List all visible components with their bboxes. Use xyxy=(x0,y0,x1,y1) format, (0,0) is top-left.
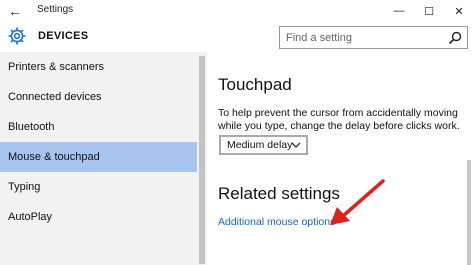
maximize-icon: ☐ xyxy=(424,5,434,18)
sidebar-item-printers-scanners[interactable]: Printers & scanners xyxy=(0,52,197,82)
search-icon xyxy=(448,31,462,45)
window-title: Settings xyxy=(37,4,74,15)
sidebar-item-label: Mouse & touchpad xyxy=(8,151,100,163)
page-header: DEVICES Find a setting xyxy=(0,22,474,52)
sidebar-item-typing[interactable]: Typing xyxy=(0,172,197,202)
sidebar-item-bluetooth[interactable]: Bluetooth xyxy=(0,112,197,142)
search-input[interactable]: Find a setting xyxy=(279,26,468,49)
touchpad-heading: Touchpad xyxy=(218,75,292,94)
additional-mouse-options-link[interactable]: Additional mouse options xyxy=(218,216,335,228)
sidebar: Printers & scanners Connected devices Bl… xyxy=(0,52,207,265)
minimize-icon: — xyxy=(393,5,405,17)
sidebar-item-mouse-touchpad[interactable]: Mouse & touchpad xyxy=(0,142,197,172)
back-button[interactable]: ← xyxy=(0,0,30,22)
touchpad-description: To help prevent the cursor from accident… xyxy=(218,107,460,132)
sidebar-item-label: Typing xyxy=(8,181,41,193)
page-title: DEVICES xyxy=(38,30,89,42)
sidebar-item-label: Bluetooth xyxy=(8,121,55,133)
touchpad-delay-dropdown[interactable]: Medium delay xyxy=(219,135,308,155)
close-button[interactable]: ✕ xyxy=(444,0,474,22)
maximize-button[interactable]: ☐ xyxy=(414,0,444,22)
dropdown-value: Medium delay xyxy=(227,139,293,151)
sidebar-item-autoplay[interactable]: AutoPlay xyxy=(0,202,197,232)
related-settings-heading: Related settings xyxy=(218,184,340,203)
close-icon: ✕ xyxy=(454,5,464,18)
sidebar-item-label: Printers & scanners xyxy=(8,61,104,73)
back-arrow-icon: ← xyxy=(8,3,22,19)
search-placeholder: Find a setting xyxy=(286,32,353,44)
gear-icon xyxy=(8,27,26,45)
title-bar: ← Settings — ☐ ✕ xyxy=(0,0,474,22)
sidebar-item-connected-devices[interactable]: Connected devices xyxy=(0,82,197,112)
sidebar-item-label: Connected devices xyxy=(8,91,102,103)
main-content: Touchpad To help prevent the cursor from… xyxy=(207,52,474,265)
sidebar-item-label: AutoPlay xyxy=(8,211,53,223)
main-scrollbar-thumb[interactable] xyxy=(467,160,471,265)
sidebar-scrollbar-thumb[interactable] xyxy=(199,56,205,264)
red-arrow-annotation-icon xyxy=(330,179,385,225)
minimize-button[interactable]: — xyxy=(384,0,414,22)
chevron-down-icon xyxy=(291,142,301,148)
